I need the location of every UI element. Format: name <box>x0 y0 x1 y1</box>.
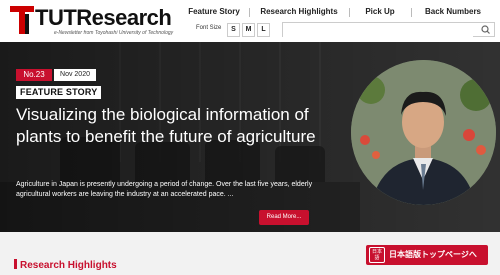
read-more-button[interactable]: Read More... <box>259 210 309 225</box>
issue-date-badge: Nov 2020 <box>54 69 96 81</box>
issue-number-badge: No.23 <box>16 69 52 81</box>
feature-hero[interactable]: No.23 Nov 2020 FEATURE STORY Visualizing… <box>0 42 500 232</box>
font-size-large-button[interactable]: L <box>257 23 270 37</box>
feature-story-label: FEATURE STORY <box>16 86 102 99</box>
site-logo[interactable]: TUTResearch e-Newsletter from Toyohashi … <box>10 4 175 38</box>
nav-feature-story[interactable]: Feature Story <box>185 4 243 20</box>
feature-title[interactable]: Visualizing the biological information o… <box>16 104 346 148</box>
logo-text: TUTResearch <box>35 5 172 30</box>
logo-tagline: e-Newsletter from Toyohashi University o… <box>54 30 174 36</box>
font-size-small-button[interactable]: S <box>227 23 240 37</box>
font-size-label: Font Size <box>196 25 222 31</box>
nav-research-highlights[interactable]: Research Highlights <box>255 4 343 20</box>
search-input[interactable] <box>283 28 473 41</box>
site-header: TUTResearch e-Newsletter from Toyohashi … <box>0 0 500 42</box>
research-highlights-label: Research Highlights <box>20 260 117 271</box>
content-section: Research Highlights 日本語 日本語版トップページへ <box>0 232 500 275</box>
japanese-top-page-label: 日本語版トップページへ <box>389 250 477 259</box>
nav-divider <box>411 8 412 17</box>
search-box <box>282 22 495 41</box>
heading-accent-bar <box>14 259 17 269</box>
japanese-top-page-button[interactable]: 日本語 日本語版トップページへ <box>366 245 488 265</box>
research-highlights-heading: Research Highlights <box>14 259 117 271</box>
logo-mark <box>10 6 34 34</box>
feature-excerpt: Agriculture in Japan is presently underg… <box>16 181 313 198</box>
researcher-portrait <box>351 60 496 205</box>
main-nav: Feature Story Research Highlights Pick U… <box>185 4 495 20</box>
search-icon[interactable] <box>478 23 494 36</box>
nav-back-numbers[interactable]: Back Numbers <box>417 4 489 20</box>
font-size-medium-button[interactable]: M <box>242 23 255 37</box>
nav-pick-up[interactable]: Pick Up <box>355 4 405 20</box>
nav-divider <box>249 8 250 17</box>
nav-divider <box>349 8 350 17</box>
japanese-language-icon: 日本語 <box>369 247 385 263</box>
